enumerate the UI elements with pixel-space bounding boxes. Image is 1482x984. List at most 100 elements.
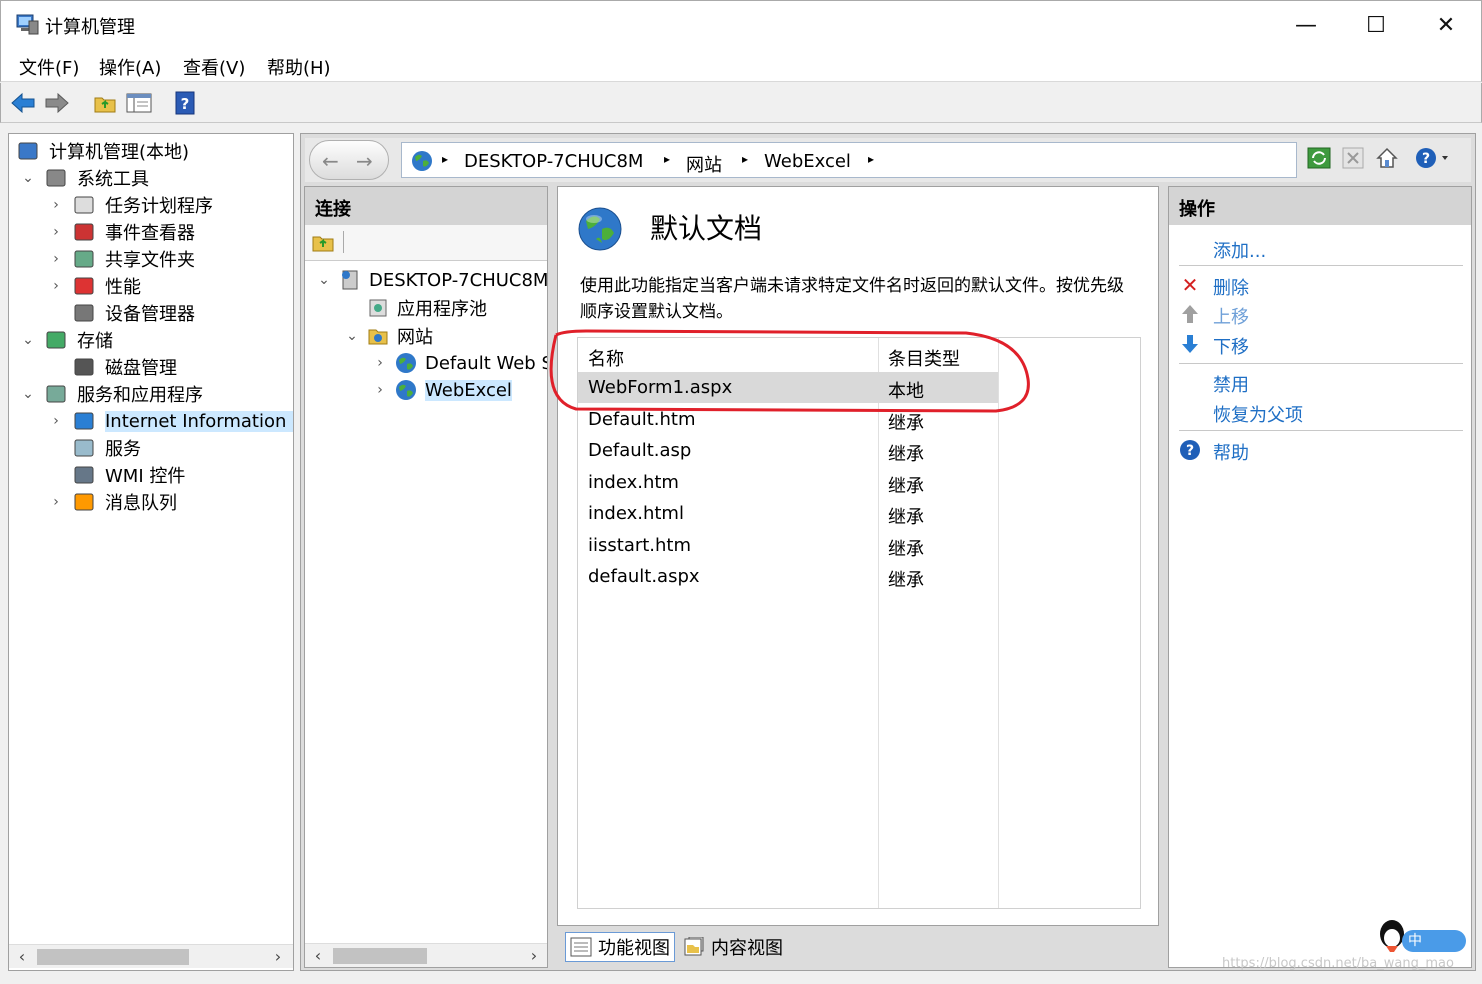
tree-item[interactable]: 磁盘管理 — [9, 354, 293, 380]
list-item[interactable]: Default.htm 继承 — [578, 404, 998, 435]
address-path[interactable]: ▸ DESKTOP-7CHUC8M ▸ 网站 ▸ WebExcel ▸ — [401, 142, 1297, 178]
scroll-left-icon[interactable]: ‹ — [309, 946, 327, 965]
close-button[interactable]: ✕ — [1411, 1, 1481, 49]
feature-title: 默认文档 — [650, 212, 763, 245]
list-item[interactable]: default.aspx 继承 — [578, 561, 998, 592]
action-help[interactable]: 帮助 — [1213, 439, 1249, 465]
menu-help[interactable]: 帮助(H) — [267, 54, 331, 80]
action-remove[interactable]: 删除 — [1213, 274, 1249, 300]
event-viewer-icon — [74, 223, 94, 241]
up-folder-icon[interactable] — [91, 89, 119, 117]
chevron-down-icon[interactable]: ⌄ — [21, 170, 35, 186]
connection-tree-item[interactable]: › WebExcel — [305, 377, 547, 403]
list-item[interactable]: iisstart.htm 继承 — [578, 530, 998, 561]
computer-management-icon — [16, 14, 39, 35]
help-dropdown-icon[interactable]: ? — [1413, 144, 1455, 172]
breadcrumb-sites[interactable]: 网站 — [686, 151, 722, 177]
wmi-icon — [74, 466, 94, 484]
tree-item[interactable]: › Internet Information Se — [9, 408, 293, 434]
show-hide-tree-icon[interactable] — [125, 89, 153, 117]
breadcrumb-separator[interactable]: ▸ — [868, 152, 874, 166]
column-header-type[interactable]: 条目类型 — [888, 345, 960, 371]
nav-forward-icon[interactable]: → — [356, 149, 373, 173]
tree-item[interactable]: › 消息队列 — [9, 489, 293, 515]
list-item[interactable]: index.html 继承 — [578, 498, 998, 529]
nav-back-forward[interactable]: ← → — [309, 140, 389, 180]
breadcrumb-separator[interactable]: ▸ — [742, 152, 748, 166]
chevron-right-icon[interactable]: › — [49, 494, 63, 510]
tree-item[interactable]: 计算机管理(本地) — [9, 138, 293, 164]
scroll-right-icon[interactable]: › — [525, 946, 543, 965]
column-header-name[interactable]: 名称 — [588, 345, 624, 371]
breadcrumb-server[interactable]: DESKTOP-7CHUC8M — [464, 151, 643, 172]
tree-item[interactable]: ⌄ 服务和应用程序 — [9, 381, 293, 407]
chevron-right-icon[interactable]: › — [373, 355, 387, 371]
left-horizontal-scrollbar[interactable]: ‹ › — [9, 944, 293, 968]
nav-back-icon[interactable]: ← — [322, 149, 339, 173]
chevron-down-icon[interactable]: ⌄ — [317, 272, 331, 288]
ime-indicator[interactable]: 中 — [1376, 916, 1468, 956]
action-disable[interactable]: 禁用 — [1213, 371, 1249, 397]
move-up-icon — [1179, 303, 1201, 325]
tab-features-view[interactable]: 功能视图 — [565, 932, 675, 962]
action-move-up[interactable]: 上移 — [1213, 303, 1249, 329]
action-revert-to-parent[interactable]: 恢复为父项 — [1213, 401, 1303, 427]
tree-item[interactable]: WMI 控件 — [9, 462, 293, 488]
menu-view[interactable]: 查看(V) — [183, 54, 245, 80]
message-queue-icon — [74, 493, 94, 511]
connection-tree-item[interactable]: 应用程序池 — [305, 295, 547, 321]
scroll-thumb[interactable] — [37, 949, 189, 965]
back-icon[interactable] — [9, 89, 37, 117]
action-move-down[interactable]: 下移 — [1213, 333, 1249, 359]
document-name: Default.asp — [588, 440, 692, 461]
chevron-right-icon[interactable]: › — [49, 413, 63, 429]
chevron-down-icon[interactable]: ⌄ — [345, 328, 359, 344]
minimize-button[interactable]: — — [1271, 1, 1341, 49]
device-manager-icon — [74, 304, 94, 322]
default-documents-list: 名称 条目类型 WebForm1.aspx 本地 Default.htm 继承 Defa… — [577, 337, 1141, 909]
tree-item[interactable]: ⌄ 系统工具 — [9, 165, 293, 191]
breadcrumb-webexcel[interactable]: WebExcel — [764, 151, 851, 172]
stop-icon[interactable] — [1339, 144, 1367, 172]
chevron-right-icon[interactable]: › — [49, 251, 63, 267]
tree-item[interactable]: 设备管理器 — [9, 300, 293, 326]
scroll-thumb[interactable] — [333, 948, 427, 964]
chevron-right-icon[interactable]: › — [49, 197, 63, 213]
chevron-down-icon[interactable]: ⌄ — [21, 386, 35, 402]
maximize-button[interactable]: ☐ — [1341, 1, 1411, 49]
clock-icon — [74, 196, 94, 214]
tree-item[interactable]: › 共享文件夹 — [9, 246, 293, 272]
feature-pane: 默认文档 使用此功能指定当客户端未请求特定文件名时返回的默认文件。按优先级顺序设… — [549, 186, 1159, 926]
breadcrumb-separator[interactable]: ▸ — [442, 152, 448, 166]
chevron-right-icon[interactable]: › — [49, 224, 63, 240]
connect-folder-icon[interactable] — [311, 231, 335, 253]
home-icon[interactable] — [1373, 144, 1401, 172]
connection-tree-item[interactable]: › Default Web Site — [305, 350, 547, 376]
tree-item[interactable]: › 事件查看器 — [9, 219, 293, 245]
list-item[interactable]: WebForm1.aspx 本地 — [578, 372, 998, 403]
connection-tree-item[interactable]: ⌄ DESKTOP-7CHUC8M — [305, 267, 547, 293]
tree-item[interactable]: › 性能 — [9, 273, 293, 299]
menu-action[interactable]: 操作(A) — [99, 54, 161, 80]
scroll-left-icon[interactable]: ‹ — [13, 947, 31, 966]
breadcrumb-separator[interactable]: ▸ — [664, 152, 670, 166]
chevron-right-icon[interactable]: › — [49, 278, 63, 294]
chevron-down-icon[interactable]: ⌄ — [21, 332, 35, 348]
tree-item[interactable]: 服务 — [9, 435, 293, 461]
chevron-right-icon[interactable]: › — [373, 382, 387, 398]
tree-item[interactable]: ⌄ 存储 — [9, 327, 293, 353]
menu-file[interactable]: 文件(F) — [19, 54, 79, 80]
refresh-icon[interactable] — [1305, 144, 1333, 172]
tab-content-view[interactable]: 内容视图 — [679, 932, 787, 962]
entry-type: 继承 — [888, 412, 924, 434]
action-add[interactable]: 添加... — [1213, 237, 1266, 263]
tree-item[interactable]: › 任务计划程序 — [9, 192, 293, 218]
list-item[interactable]: Default.asp 继承 — [578, 435, 998, 466]
connections-horizontal-scrollbar[interactable]: ‹ › — [305, 943, 547, 967]
feature-description: 使用此功能指定当客户端未请求特定文件名时返回的默认文件。按优先级顺序设置默认文档… — [580, 276, 1124, 322]
help-book-icon[interactable]: ? — [171, 89, 199, 117]
connection-tree-item[interactable]: ⌄ 网站 — [305, 323, 547, 349]
scroll-right-icon[interactable]: › — [269, 947, 287, 966]
forward-icon[interactable] — [43, 89, 71, 117]
list-item[interactable]: index.htm 继承 — [578, 467, 998, 498]
